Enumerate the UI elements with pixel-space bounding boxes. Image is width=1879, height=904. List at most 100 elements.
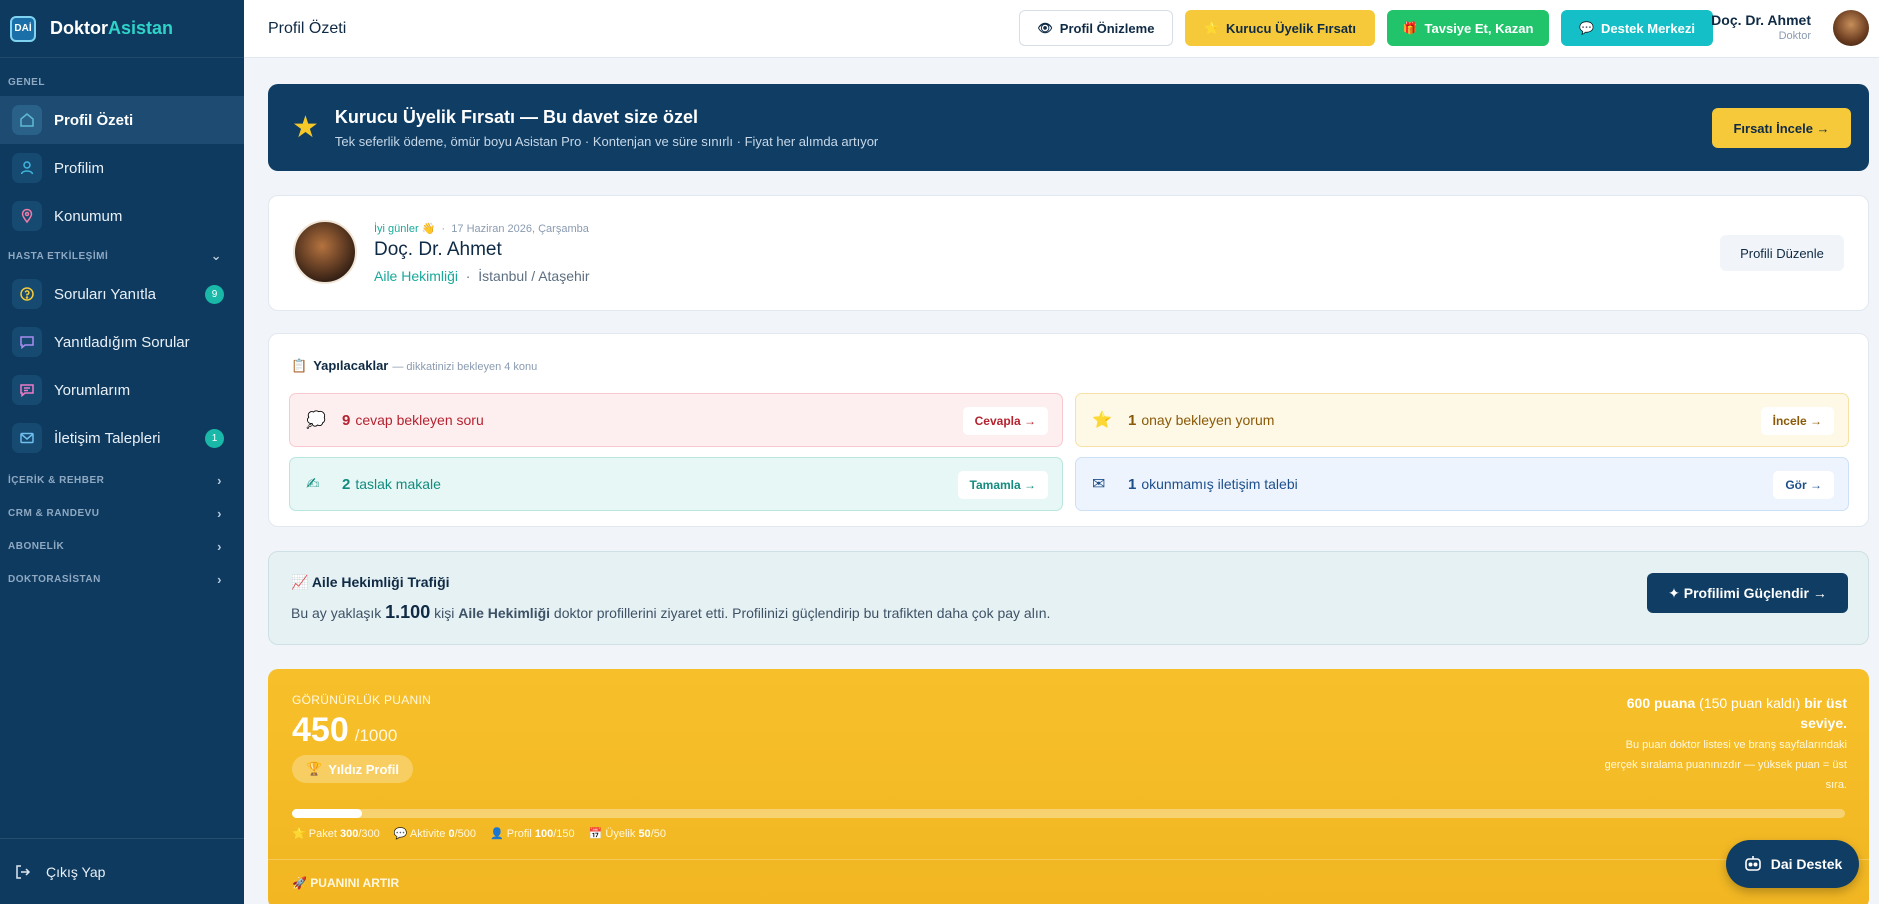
traffic-text-2: kişi bbox=[434, 605, 455, 621]
sidebar-item-contact-requests[interactable]: İletişim Talepleri 1 bbox=[0, 414, 244, 462]
sidebar-item-reviews[interactable]: Yorumlarım bbox=[0, 366, 244, 414]
brand-name-a: Doktor bbox=[50, 18, 108, 38]
sidebar-group-label: CRM & RANDEVU bbox=[8, 508, 100, 519]
legend-max: /300 bbox=[358, 828, 380, 840]
sidebar-group-crm[interactable]: CRM & RANDEVU › bbox=[0, 497, 244, 530]
section-patient-text: HASTA ETKİLEŞİMİ bbox=[8, 250, 109, 262]
founder-offer-label: Kurucu Üyelik Fırsatı bbox=[1225, 20, 1356, 36]
brand[interactable]: DAİ DoktorAsistan bbox=[0, 0, 244, 58]
level-badge: 🏆 Yıldız Profil bbox=[292, 755, 413, 783]
sidebar-group-label: DOKTORASİSTAN bbox=[8, 574, 101, 585]
traffic-card: 📈 Aile Hekimliği Trafiği Bu ay yaklaşık … bbox=[268, 551, 1869, 645]
sidebar-item-answer-questions[interactable]: Soruları Yanıtla 9 bbox=[0, 270, 244, 318]
chart-up-icon: 📈 bbox=[291, 574, 309, 590]
profile-meta: Aile Hekimliği · İstanbul / Ataşehir bbox=[374, 268, 590, 284]
level-badge-label: Yıldız Profil bbox=[328, 761, 399, 777]
dai-support-chat-button[interactable]: Dai Destek bbox=[1726, 840, 1859, 888]
todo-text: okunmamış iletişim talebi bbox=[1141, 476, 1298, 492]
home-icon bbox=[12, 105, 42, 135]
todo-subtitle: — dikkatinizi bekleyen 4 konu bbox=[392, 361, 538, 373]
answer-button[interactable]: Cevapla → bbox=[962, 407, 1048, 435]
sidebar-item-profile-summary[interactable]: Profil Özeti bbox=[0, 96, 244, 144]
writing-hand-icon: ✍ bbox=[306, 476, 320, 493]
sidebar-group-content[interactable]: İÇERİK & REHBER › bbox=[0, 464, 244, 497]
current-date: 17 Haziran 2026, Çarşamba bbox=[451, 223, 589, 235]
sidebar-group-doktorasistan[interactable]: DOKTORASİSTAN › bbox=[0, 563, 244, 596]
sidebar-item-location[interactable]: Konumum bbox=[0, 192, 244, 240]
chevron-right-icon: › bbox=[217, 539, 222, 554]
comment-icon bbox=[12, 375, 42, 405]
sidebar: DAİ DoktorAsistan GENEL Profil Özeti Pro… bbox=[0, 0, 244, 904]
profile-name: Doç. Dr. Ahmet bbox=[374, 239, 502, 260]
top-header: Profil Özeti 👁 Profil Önizleme ⭐ Kurucu Üy… bbox=[244, 0, 1879, 58]
sidebar-item-label: Profil Özeti bbox=[54, 111, 134, 129]
boost-profile-button[interactable]: ✦ Profilimi Güçlendir → bbox=[1647, 573, 1848, 613]
sidebar-item-label: Yorumlarım bbox=[54, 381, 131, 399]
refer-earn-button[interactable]: 🎁 Tavsiye Et, Kazan bbox=[1387, 10, 1549, 46]
sidebar-item-label: İletişim Talepleri bbox=[54, 429, 161, 447]
promo-title: Kurucu Üyelik Fırsatı — Bu davet size öz… bbox=[334, 106, 699, 127]
review-button[interactable]: İncele → bbox=[1760, 407, 1834, 435]
sidebar-group-subscription[interactable]: ABONELİK › bbox=[0, 530, 244, 563]
gift-icon: 🎁 bbox=[1402, 21, 1418, 35]
traffic-specialty: Aile Hekimliği bbox=[458, 605, 551, 621]
avatar[interactable] bbox=[1833, 10, 1869, 46]
score-value: 450 bbox=[292, 711, 349, 749]
legend-membership: 📅 Üyelik 50/50 bbox=[588, 828, 666, 840]
todo-item-questions[interactable]: 💭 9 cevap bekleyen soru Cevapla → bbox=[289, 393, 1063, 447]
next-level-suffix: bir üst seviye. bbox=[1800, 695, 1847, 731]
sidebar-item-answered-questions[interactable]: Yanıtladığım Sorular bbox=[0, 318, 244, 366]
profile-card: İyi günler 👋 · 17 Haziran 2026, Çarşamba… bbox=[268, 195, 1869, 311]
star-icon: ⭐ bbox=[1204, 21, 1219, 35]
todo-text: cevap bekleyen soru bbox=[355, 412, 484, 428]
star-icon: ⭐ bbox=[1092, 412, 1112, 429]
improve-score-section[interactable]: 🚀 PUANINI ARTIR bbox=[268, 859, 1869, 904]
legend-activity: 💬 Aktivite 0/500 bbox=[393, 828, 476, 840]
brand-name-b: Asistan bbox=[108, 18, 174, 38]
legend-profile: 👤 Profil 100/150 bbox=[489, 828, 575, 840]
profile-preview-button[interactable]: 👁 Profil Önizleme bbox=[1019, 10, 1173, 46]
todo-count: 1 bbox=[1128, 475, 1137, 493]
edit-profile-button[interactable]: Profili Düzenle bbox=[1720, 235, 1844, 271]
todo-item-contacts[interactable]: ✉ 1 okunmamış iletişim talebi Gör → bbox=[1075, 457, 1849, 511]
legend-value: 50 bbox=[638, 828, 651, 840]
chevron-right-icon: › bbox=[217, 572, 222, 587]
todo-count: 2 bbox=[342, 475, 351, 493]
view-button[interactable]: Gör → bbox=[1773, 471, 1834, 499]
traffic-title-row: 📈 Aile Hekimliği Trafiği bbox=[291, 574, 450, 591]
traffic-text: Bu ay yaklaşık 1.100 kişi Aile Hekimliği… bbox=[291, 602, 1050, 623]
user-icon bbox=[12, 153, 42, 183]
score-value-row: 450/1000 bbox=[292, 711, 397, 750]
support-center-button[interactable]: 💬 Destek Merkezi bbox=[1561, 10, 1713, 46]
envelope-icon: ✉ bbox=[1092, 476, 1106, 493]
dai-support-label: Dai Destek bbox=[1770, 856, 1843, 872]
view-offer-button[interactable]: Fırsatı İncele → bbox=[1712, 108, 1851, 148]
sidebar-item-profile[interactable]: Profilim bbox=[0, 144, 244, 192]
chat-icon bbox=[12, 327, 42, 357]
complete-button[interactable]: Tamamla → bbox=[957, 471, 1048, 499]
legend-value: 300 bbox=[339, 828, 359, 840]
main-content: ★ Kurucu Üyelik Fırsatı — Bu davet size … bbox=[268, 84, 1869, 904]
next-level-remaining: (150 puan kaldı) bbox=[1699, 695, 1801, 711]
chevron-right-icon: › bbox=[217, 506, 222, 521]
location-pin-icon bbox=[12, 201, 42, 231]
mail-icon bbox=[12, 423, 42, 453]
trophy-icon: 🏆 bbox=[306, 761, 323, 776]
score-label: GÖRÜNÜRLÜK PUANIN bbox=[292, 693, 432, 707]
section-patient-toggle[interactable]: HASTA ETKİLEŞİMİ ⌄ bbox=[0, 242, 244, 270]
support-center-label: Destek Merkezi bbox=[1601, 20, 1695, 36]
profile-location: İstanbul / Ataşehir bbox=[478, 268, 590, 284]
user-menu[interactable]: Doç. Dr. Ahmet Doktor bbox=[1711, 12, 1811, 42]
robot-icon bbox=[1744, 856, 1761, 871]
star-icon: ★ bbox=[292, 111, 319, 144]
count-badge: 1 bbox=[205, 428, 224, 448]
traffic-title: Aile Hekimliği Trafiği bbox=[311, 574, 450, 590]
todo-count: 1 bbox=[1128, 411, 1137, 429]
todo-item-reviews[interactable]: ⭐ 1 onay bekleyen yorum İncele → bbox=[1075, 393, 1849, 447]
todo-item-drafts[interactable]: ✍ 2 taslak makale Tamamla → bbox=[289, 457, 1063, 511]
founder-offer-button[interactable]: ⭐ Kurucu Üyelik Fırsatı bbox=[1185, 10, 1375, 46]
section-general-label: GENEL bbox=[0, 68, 244, 96]
sidebar-item-label: Yanıtladığım Sorular bbox=[54, 333, 190, 351]
logout-button[interactable]: Çıkış Yap bbox=[0, 838, 244, 904]
score-max: /1000 bbox=[354, 726, 398, 745]
